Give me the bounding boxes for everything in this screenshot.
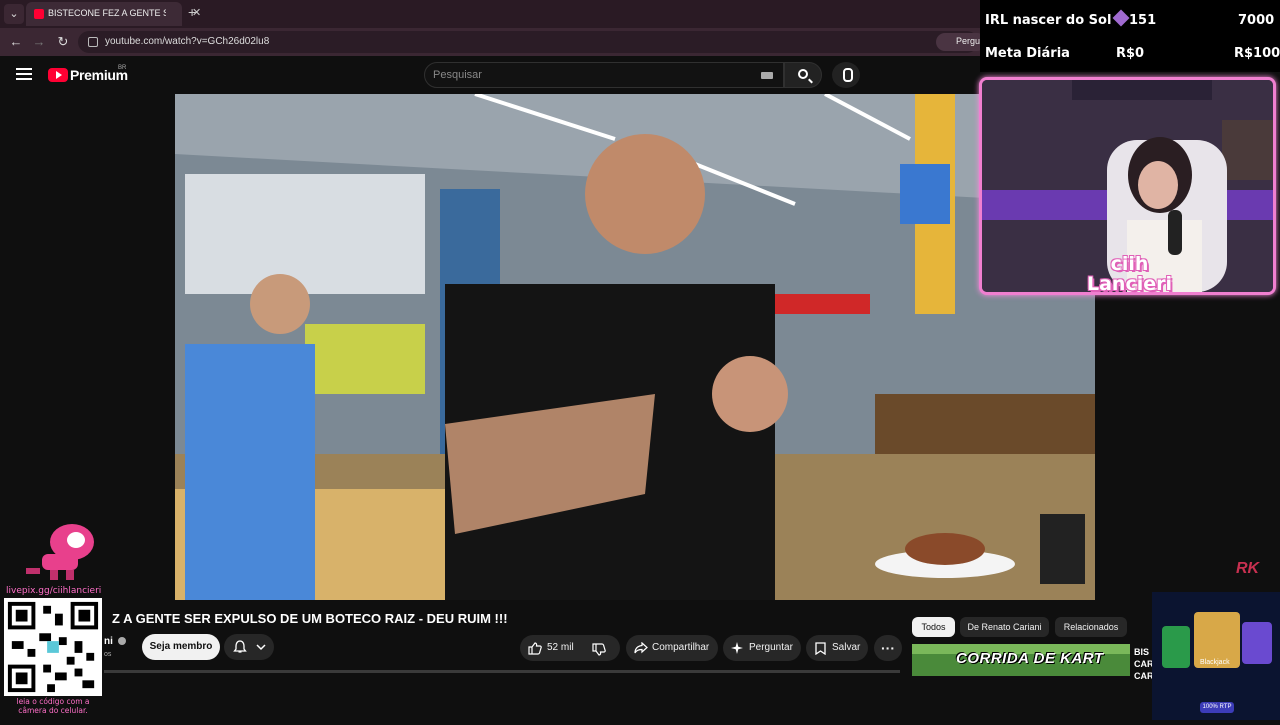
search-icon bbox=[798, 69, 808, 79]
next-title-line: BIS bbox=[1134, 647, 1150, 657]
mascot-icon bbox=[26, 524, 94, 580]
dislike-icon[interactable] bbox=[592, 643, 606, 656]
video-player[interactable] bbox=[175, 94, 1095, 600]
forward-icon[interactable]: → bbox=[31, 34, 47, 49]
more-actions-button[interactable]: ··· bbox=[874, 635, 902, 661]
casino-ad-panel bbox=[1152, 592, 1280, 720]
ad-game-label: Blackjack bbox=[1200, 659, 1230, 666]
notifications-button[interactable] bbox=[224, 634, 274, 660]
browser-tab-bar: ⌄ BISTECONE FEZ A GENTE SER ✕ + bbox=[0, 0, 980, 28]
chip-channel[interactable]: De Renato Cariani bbox=[960, 617, 1049, 637]
new-tab-icon[interactable]: + bbox=[188, 4, 196, 20]
voice-search-icon[interactable] bbox=[832, 62, 860, 88]
share-label: Compartilhar bbox=[652, 642, 710, 653]
keyboard-icon[interactable] bbox=[761, 72, 773, 79]
stream-goal-panel bbox=[980, 0, 1280, 72]
save-label: Salvar bbox=[832, 642, 861, 653]
join-button[interactable]: Seja membro bbox=[142, 634, 220, 660]
search-box bbox=[424, 62, 784, 88]
url-text: youtube.com/watch?v=GCh26d02lu8 bbox=[105, 36, 270, 47]
casino-ad-image bbox=[1152, 592, 1280, 720]
like-dislike-group: 52 mil bbox=[520, 635, 620, 661]
qr-code-icon bbox=[4, 598, 102, 696]
livepix-link: livepix.gg/ciihlancieri bbox=[6, 586, 102, 596]
next-video-title[interactable]: BIS CAR CAR bbox=[1134, 646, 1154, 682]
next-title-line: CAR bbox=[1134, 659, 1154, 669]
video-title: Z A GENTE SER EXPULSO DE UM BOTECO RAIZ … bbox=[112, 611, 508, 626]
rk-logo: RK bbox=[1236, 560, 1260, 577]
chevron-down-icon bbox=[256, 644, 266, 651]
bell-icon bbox=[233, 640, 247, 653]
youtube-logo-icon[interactable] bbox=[48, 68, 68, 82]
menu-icon[interactable] bbox=[16, 68, 32, 80]
like-icon[interactable] bbox=[528, 642, 542, 655]
browser-tab[interactable]: BISTECONE FEZ A GENTE SER ✕ bbox=[26, 2, 201, 26]
qr-hint: leia o código com a câmera do celular. bbox=[16, 697, 90, 715]
subscriber-count: os bbox=[104, 651, 112, 658]
streamer-name: ciih Lancieri bbox=[1087, 254, 1172, 294]
streamer-name-line: ciih bbox=[1110, 253, 1149, 275]
search-input[interactable] bbox=[433, 67, 753, 83]
share-icon bbox=[634, 642, 648, 654]
sparkle-icon bbox=[731, 642, 743, 654]
share-button[interactable]: Compartilhar bbox=[626, 635, 718, 661]
goal-target: 7000 bbox=[1238, 13, 1275, 28]
chip-all[interactable]: Todos bbox=[912, 617, 955, 637]
video-frame bbox=[175, 94, 1095, 600]
more-icon: ··· bbox=[881, 640, 895, 656]
reload-icon[interactable]: ↻ bbox=[55, 34, 71, 50]
back-icon[interactable]: ← bbox=[8, 34, 24, 49]
youtube-header: Premium BR bbox=[0, 56, 980, 94]
browser-toolbar: ← → ↻ youtube.com/watch?v=GCh26d02lu8 Pe… bbox=[0, 28, 987, 56]
next-video-thumbnail[interactable]: CORRIDA DE KART bbox=[912, 644, 1130, 676]
save-playlist-icon bbox=[815, 642, 826, 655]
like-count[interactable]: 52 mil bbox=[547, 635, 574, 661]
chip-related[interactable]: Relacionados bbox=[1055, 617, 1127, 637]
meta-target: R$100 bbox=[1234, 46, 1280, 61]
ask-button[interactable]: Pergu bbox=[936, 33, 987, 51]
goal-name: IRL nascer do Sol bbox=[985, 13, 1112, 28]
youtube-favicon-icon bbox=[34, 9, 44, 19]
region-code: BR bbox=[118, 65, 127, 71]
channel-name[interactable]: ni bbox=[104, 636, 113, 647]
address-bar[interactable]: youtube.com/watch?v=GCh26d02lu8 Pergu bbox=[78, 31, 987, 53]
ask-label: Perguntar bbox=[749, 642, 793, 653]
streamer-name-line: Lancieri bbox=[1087, 273, 1172, 295]
goal-count: 151 bbox=[1129, 13, 1157, 28]
tab-title: BISTECONE FEZ A GENTE SER bbox=[48, 8, 166, 18]
search-button[interactable] bbox=[784, 62, 822, 88]
meta-label: Meta Diária bbox=[985, 46, 1070, 61]
site-info-icon[interactable] bbox=[88, 37, 98, 47]
thumbnail-text: CORRIDA DE KART bbox=[956, 650, 1104, 667]
progress-bar[interactable] bbox=[104, 670, 900, 673]
meta-current: R$0 bbox=[1116, 46, 1145, 61]
tab-search-chevron-icon[interactable]: ⌄ bbox=[4, 4, 24, 24]
next-title-line: CAR bbox=[1134, 671, 1154, 681]
save-button[interactable]: Salvar bbox=[806, 635, 868, 661]
ask-ai-button[interactable]: Perguntar bbox=[723, 635, 801, 661]
ad-rtp-badge: 100% RTP bbox=[1200, 702, 1234, 713]
verified-badge-icon bbox=[118, 637, 126, 645]
